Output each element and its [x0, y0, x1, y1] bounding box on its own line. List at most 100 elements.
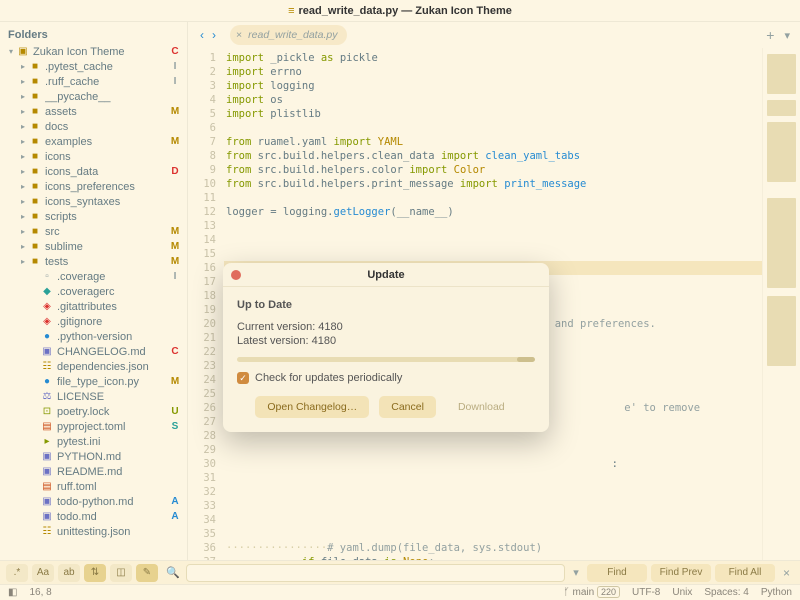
- code-line[interactable]: [224, 247, 762, 261]
- code-line[interactable]: [224, 513, 762, 527]
- code-line[interactable]: logger = logging.getLogger(__name__): [224, 205, 762, 219]
- tree-item[interactable]: ▸■.ruff_cacheI: [4, 74, 183, 89]
- indentation[interactable]: Spaces: 4: [704, 587, 748, 598]
- tree-item[interactable]: ☷dependencies.json: [4, 359, 183, 374]
- code-line[interactable]: [224, 121, 762, 135]
- periodic-check-checkbox[interactable]: ✓ Check for updates periodically: [237, 372, 535, 384]
- tree-item[interactable]: ▸■assetsM: [4, 104, 183, 119]
- in-selection-toggle[interactable]: ◫: [110, 564, 132, 582]
- window-titlebar: ≡ read_write_data.py — Zukan Icon Theme: [0, 0, 800, 22]
- tree-item[interactable]: ▸■icons: [4, 149, 183, 164]
- code-line[interactable]: [224, 233, 762, 247]
- minimap[interactable]: [762, 48, 800, 560]
- new-tab-icon[interactable]: +: [760, 27, 780, 43]
- whole-word-toggle[interactable]: ab: [58, 564, 80, 582]
- nav-back-icon[interactable]: ‹: [200, 28, 204, 42]
- tree-item[interactable]: ▸■docs: [4, 119, 183, 134]
- tree-item[interactable]: ▸■examplesM: [4, 134, 183, 149]
- code-line[interactable]: import plistlib: [224, 107, 762, 121]
- latest-version: Latest version: 4180: [237, 335, 535, 347]
- sidebar-header: Folders: [0, 26, 187, 44]
- tree-item[interactable]: ▣todo.mdA: [4, 509, 183, 524]
- tree-item[interactable]: ▣todo-python.mdA: [4, 494, 183, 509]
- tree-item[interactable]: ▤ruff.toml: [4, 479, 183, 494]
- code-line[interactable]: [224, 471, 762, 485]
- tree-item[interactable]: ▸■sublimeM: [4, 239, 183, 254]
- window-title: read_write_data.py — Zukan Icon Theme: [299, 5, 512, 17]
- tree-item[interactable]: ▣PYTHON.md: [4, 449, 183, 464]
- tree-item[interactable]: ◈.gitattributes: [4, 299, 183, 314]
- cancel-button[interactable]: Cancel: [379, 396, 436, 418]
- regex-toggle[interactable]: .*: [6, 564, 28, 582]
- tree-item[interactable]: ▸■testsM: [4, 254, 183, 269]
- tree-item[interactable]: ▣CHANGELOG.mdC: [4, 344, 183, 359]
- code-line[interactable]: [224, 527, 762, 541]
- checkbox-label: Check for updates periodically: [255, 372, 402, 384]
- code-line[interactable]: from src.build.helpers.print_message imp…: [224, 177, 762, 191]
- tree-item[interactable]: ▸■icons_syntaxes: [4, 194, 183, 209]
- tree-item[interactable]: ▤pyproject.tomlS: [4, 419, 183, 434]
- code-line[interactable]: from src.build.helpers.color import Colo…: [224, 163, 762, 177]
- file-tab[interactable]: × read_write_data.py: [230, 25, 347, 45]
- close-tab-icon[interactable]: ×: [236, 29, 242, 41]
- tree-item[interactable]: ⚖LICENSE: [4, 389, 183, 404]
- tree-item[interactable]: ▸■.pytest_cacheI: [4, 59, 183, 74]
- tree-item[interactable]: ●file_type_icon.pyM: [4, 374, 183, 389]
- case-toggle[interactable]: Aa: [32, 564, 54, 582]
- tree-item[interactable]: ●.python-version: [4, 329, 183, 344]
- code-line[interactable]: [224, 443, 762, 457]
- syntax[interactable]: Python: [761, 587, 792, 598]
- find-all-button[interactable]: Find All: [715, 564, 775, 582]
- download-button[interactable]: Download: [446, 396, 517, 418]
- cursor-position[interactable]: 16, 8: [29, 587, 51, 598]
- tab-label: read_write_data.py: [248, 29, 337, 41]
- tree-item[interactable]: ▣README.md: [4, 464, 183, 479]
- git-branch[interactable]: ᚶ main 220: [564, 587, 620, 598]
- current-version: Current version: 4180: [237, 321, 535, 333]
- code-line[interactable]: [224, 485, 762, 499]
- code-line[interactable]: import errno: [224, 65, 762, 79]
- close-dialog-icon[interactable]: [231, 270, 241, 280]
- line-ending[interactable]: Unix: [672, 587, 692, 598]
- tree-item[interactable]: ◆.coveragerc: [4, 284, 183, 299]
- document-icon: ≡: [288, 5, 294, 17]
- code-line[interactable]: [224, 219, 762, 233]
- code-line[interactable]: import logging: [224, 79, 762, 93]
- code-line[interactable]: from src.build.helpers.clean_data import…: [224, 149, 762, 163]
- tree-item[interactable]: ◈.gitignore: [4, 314, 183, 329]
- wrap-toggle[interactable]: ⇅: [84, 564, 106, 582]
- encoding[interactable]: UTF-8: [632, 587, 660, 598]
- find-bar: .* Aa ab ⇅ ◫ ✎ 🔍 ▾ Find Find Prev Find A…: [0, 560, 800, 584]
- tree-item[interactable]: ▸■srcM: [4, 224, 183, 239]
- checkbox-checked-icon: ✓: [237, 372, 249, 384]
- file-tree[interactable]: ▾▣Zukan Icon ThemeC▸■.pytest_cacheI▸■.ru…: [0, 44, 187, 539]
- find-history-icon[interactable]: ▾: [569, 566, 583, 579]
- tab-bar: ‹ › × read_write_data.py + ▾: [188, 22, 800, 48]
- open-changelog-button[interactable]: Open Changelog…: [255, 396, 369, 418]
- tree-item[interactable]: ▸■scripts: [4, 209, 183, 224]
- code-line[interactable]: [224, 191, 762, 205]
- find-input[interactable]: [186, 564, 565, 582]
- tree-item[interactable]: ⊡poetry.lockU: [4, 404, 183, 419]
- find-button[interactable]: Find: [587, 564, 647, 582]
- tree-item[interactable]: ▸■icons_preferences: [4, 179, 183, 194]
- tab-overflow-icon[interactable]: ▾: [780, 29, 794, 42]
- tree-root[interactable]: ▾▣Zukan Icon ThemeC: [4, 44, 183, 59]
- code-line[interactable]: [224, 499, 762, 513]
- code-line[interactable]: import os: [224, 93, 762, 107]
- code-line[interactable]: :: [224, 457, 762, 471]
- highlight-toggle[interactable]: ✎: [136, 564, 158, 582]
- update-status: Up to Date: [237, 299, 535, 311]
- tree-item[interactable]: ▫.coverageI: [4, 269, 183, 284]
- find-prev-button[interactable]: Find Prev: [651, 564, 711, 582]
- code-line[interactable]: from ruamel.yaml import YAML: [224, 135, 762, 149]
- code-line[interactable]: ················# yaml.dump(file_data, s…: [224, 541, 762, 555]
- panel-switcher-icon[interactable]: ◧: [8, 587, 17, 598]
- tree-item[interactable]: ☷unittesting.json: [4, 524, 183, 539]
- close-find-icon[interactable]: ×: [779, 566, 794, 580]
- tree-item[interactable]: ▸■__pycache__: [4, 89, 183, 104]
- code-line[interactable]: import _pickle as pickle: [224, 51, 762, 65]
- tree-item[interactable]: ▸pytest.ini: [4, 434, 183, 449]
- nav-forward-icon[interactable]: ›: [212, 28, 216, 42]
- tree-item[interactable]: ▸■icons_dataD: [4, 164, 183, 179]
